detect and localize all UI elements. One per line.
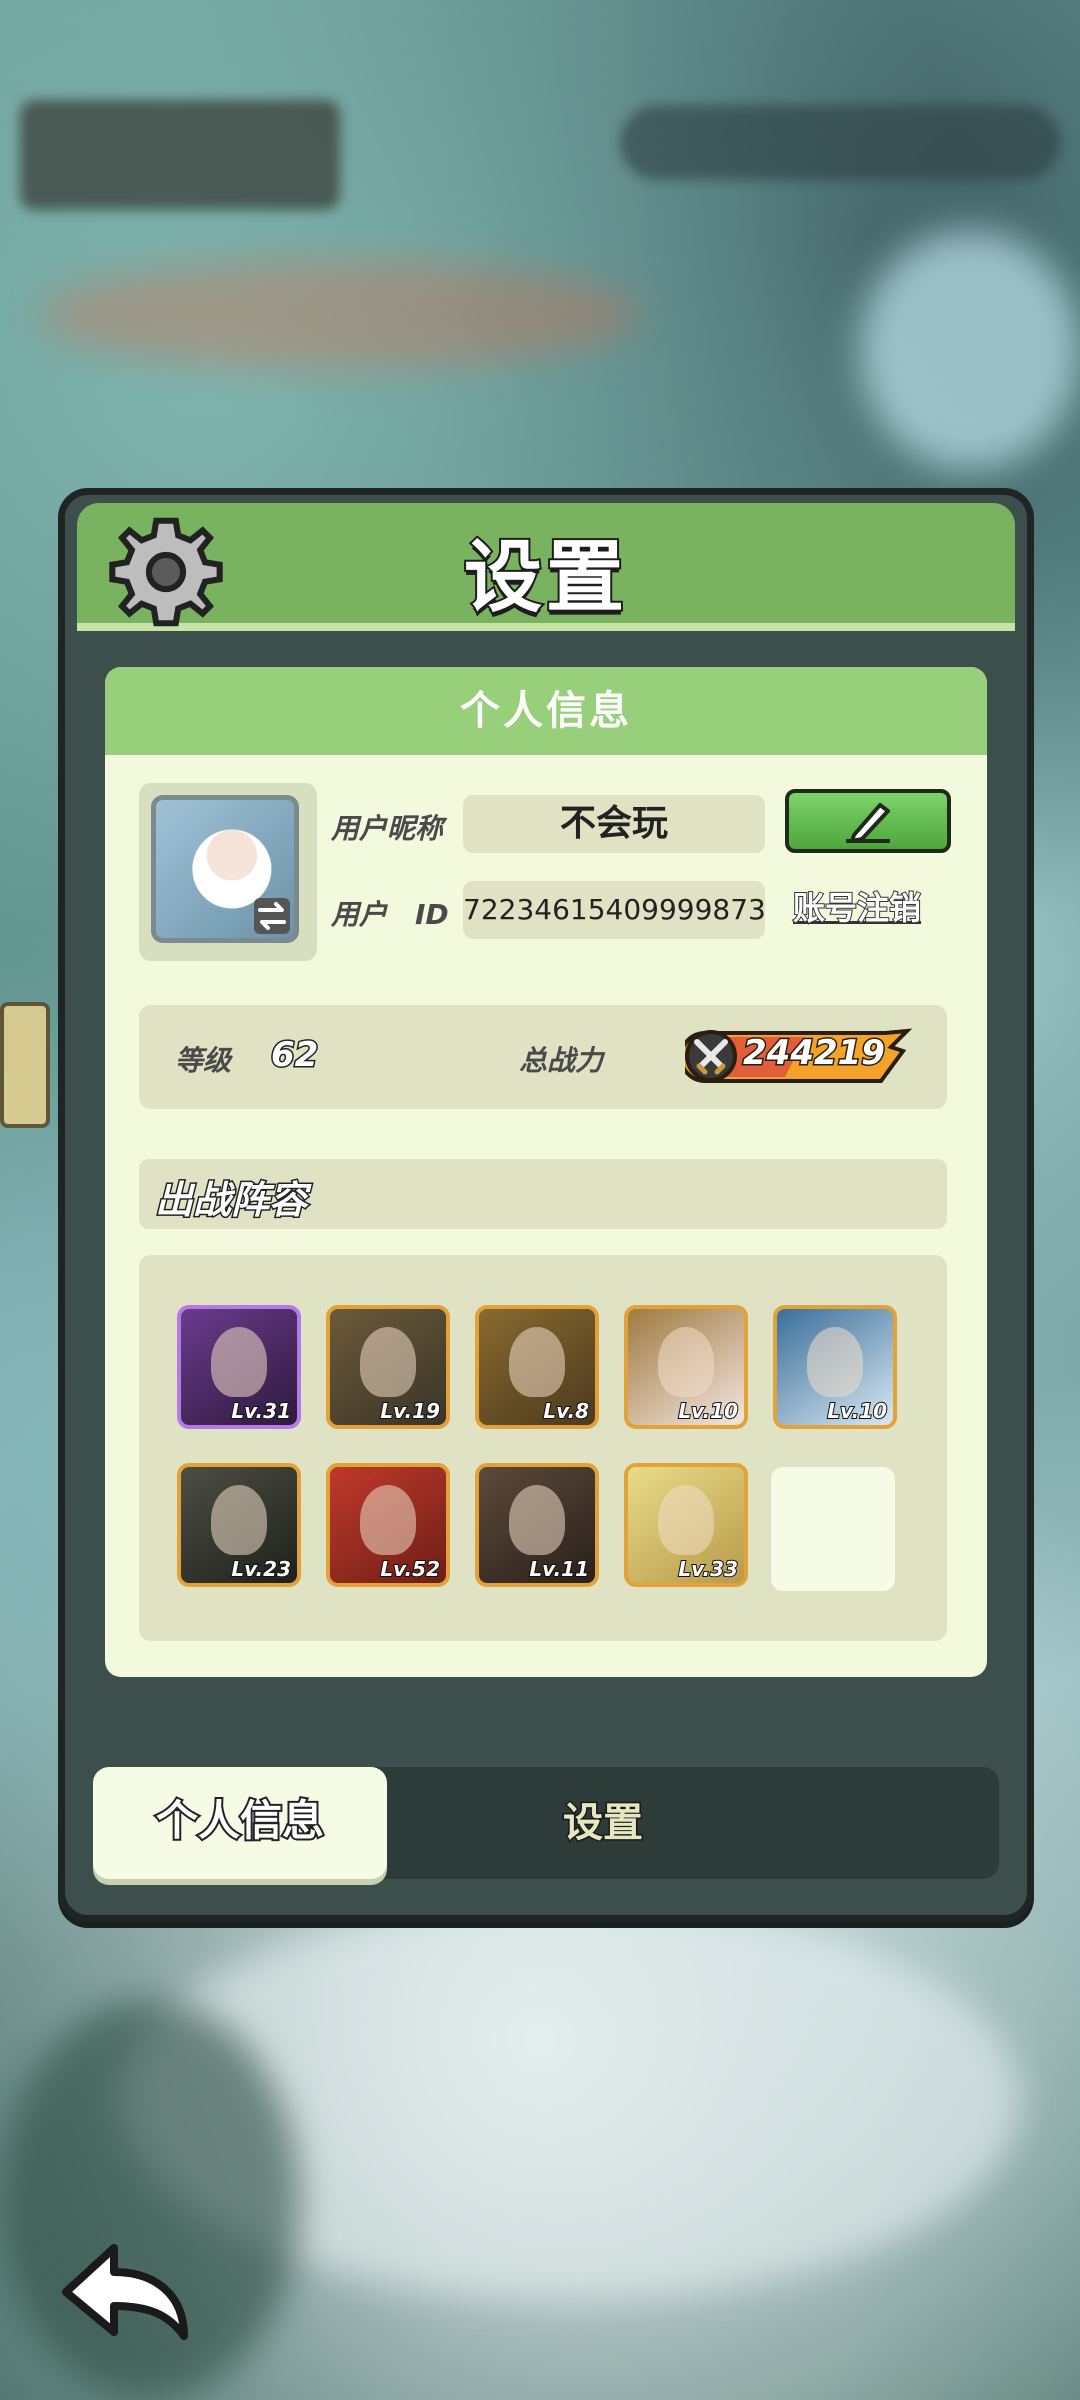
side-tab [0, 1002, 50, 1128]
tab-settings[interactable]: 设置 [513, 1767, 693, 1879]
crossed-swords-icon [694, 1039, 728, 1075]
hero-level: Lv.23 [230, 1556, 292, 1582]
hero-portrait [658, 1485, 714, 1555]
nickname-label: 用户昵称 [331, 812, 444, 845]
section-title: 个人信息 [105, 667, 987, 755]
nickname-field: 不会玩 [463, 795, 765, 853]
hero-card[interactable]: Lv.8 [475, 1305, 599, 1429]
lineup-title: 出战阵容 [153, 1177, 308, 1224]
power-label: 总战力 [519, 1044, 604, 1077]
cancel-account-link[interactable]: 账号注销 [792, 883, 922, 929]
blurred-currency-bar [620, 105, 1060, 180]
hero-level: Lv.11 [528, 1556, 590, 1582]
lineup-header: 出战阵容 [139, 1159, 947, 1229]
panel-header: 设置 [77, 503, 1015, 631]
edit-nickname-button[interactable] [785, 789, 951, 853]
blurred-player-bar [20, 100, 340, 210]
power-badge: 244219 [685, 1027, 913, 1085]
hero-level: Lv.10 [826, 1398, 888, 1424]
hero-level: Lv.19 [379, 1398, 441, 1424]
empty-hero-slot[interactable] [771, 1467, 895, 1591]
level-label: 等级 [175, 1044, 232, 1077]
hero-portrait [807, 1327, 863, 1397]
hero-card[interactable]: Lv.33 [624, 1463, 748, 1587]
hero-level: Lv.10 [677, 1398, 739, 1424]
hero-portrait [658, 1327, 714, 1397]
blurred-map-tile [860, 230, 1080, 470]
hero-level: Lv.52 [379, 1556, 441, 1582]
avatar[interactable] [151, 795, 299, 943]
pencil-icon [846, 803, 890, 843]
power-value: 244219 [742, 1032, 887, 1075]
profile-section: 个人信息 用户昵称 不会玩 用户 ID 72234615409999873 账号… [105, 667, 987, 1677]
level-value: 62 [269, 1034, 319, 1077]
hero-card[interactable]: Lv.52 [326, 1463, 450, 1587]
hero-card[interactable]: Lv.31 [177, 1305, 301, 1429]
hero-level: Lv.8 [542, 1398, 590, 1424]
hero-card[interactable]: Lv.11 [475, 1463, 599, 1587]
hero-card[interactable]: Lv.23 [177, 1463, 301, 1587]
swap-icon[interactable] [252, 896, 292, 936]
hero-card[interactable]: Lv.19 [326, 1305, 450, 1429]
hero-portrait [360, 1327, 416, 1397]
blurred-hero-row [40, 260, 640, 370]
settings-panel: 设置 个人信息 用户昵称 不会玩 用户 ID 72234615409999873… [58, 488, 1034, 1922]
back-arrow-icon[interactable] [58, 2236, 192, 2346]
hero-portrait [211, 1485, 267, 1555]
hero-level: Lv.31 [230, 1398, 292, 1424]
hero-card[interactable]: Lv.10 [773, 1305, 897, 1429]
hero-portrait [509, 1485, 565, 1555]
stats-row: 等级 62 总战力 244219 [139, 1005, 947, 1109]
user-id-label: 用户 ID [331, 898, 449, 931]
lineup-grid: Lv.31 Lv.19 Lv.8 Lv.10 Lv.10 Lv.23 Lv.52 Lv.11 L… [139, 1255, 947, 1641]
hero-card[interactable]: Lv.10 [624, 1305, 748, 1429]
user-id-field: 72234615409999873 [463, 881, 766, 939]
panel-title: 设置 [462, 531, 628, 625]
hero-portrait [509, 1327, 565, 1397]
hero-portrait [211, 1327, 267, 1397]
hero-level: Lv.33 [677, 1556, 739, 1582]
tab-profile[interactable]: 个人信息 [93, 1767, 387, 1879]
avatar-frame[interactable] [139, 783, 317, 961]
tab-bar: 个人信息 设置 [93, 1767, 999, 1879]
hero-portrait [360, 1485, 416, 1555]
